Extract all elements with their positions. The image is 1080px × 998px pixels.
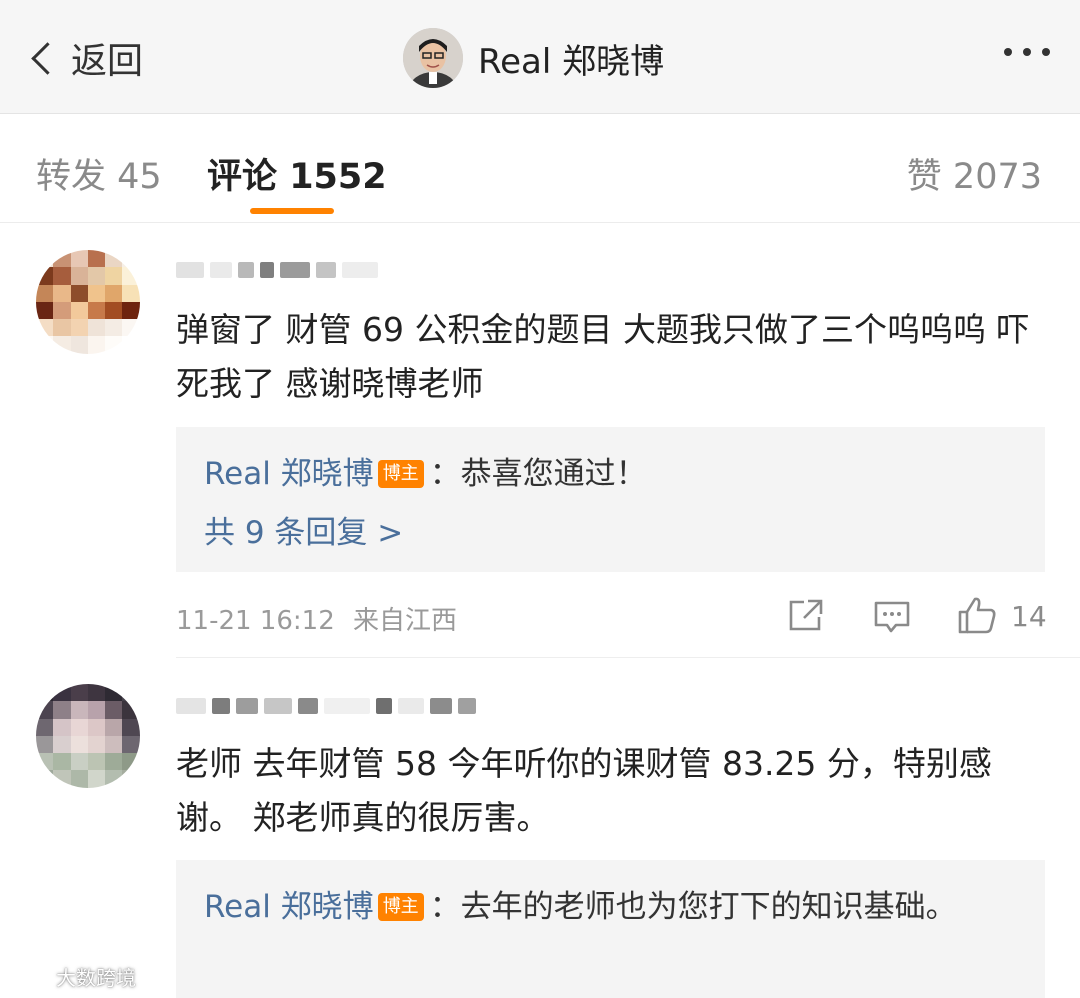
- reply-author[interactable]: Real 郑晓博: [204, 889, 374, 925]
- more-dots-icon[interactable]: [1004, 48, 1050, 56]
- blogger-badge: 博主: [377, 460, 424, 488]
- reply-text: ：去年的老师也为您打下的知识基础。: [429, 889, 957, 925]
- tab-label: 赞: [906, 157, 942, 197]
- back-label: 返回: [71, 41, 144, 82]
- like-icon[interactable]: [957, 595, 997, 639]
- comment-meta: 11-21 16:12 来自江西: [176, 600, 457, 637]
- username-redacted[interactable]: [176, 698, 476, 714]
- tab-count: 45: [117, 157, 162, 197]
- reply-box[interactable]: Real 郑晓博 博主 ：恭喜您通过！ 共 9 条回复 >: [176, 427, 1045, 572]
- back-button[interactable]: 返回: [28, 33, 143, 83]
- chevron-left-icon: [31, 41, 64, 75]
- tab-comments[interactable]: 评论 1552: [207, 148, 387, 199]
- blogger-badge: 博主: [377, 893, 424, 921]
- comment-icon[interactable]: [873, 600, 911, 638]
- view-replies-link[interactable]: 共 9 条回复 >: [204, 503, 1017, 563]
- tab-label: 评论: [207, 157, 278, 197]
- like-count: 14: [1011, 600, 1047, 633]
- reply-author[interactable]: Real 郑晓博: [204, 456, 374, 492]
- tab-likes[interactable]: 赞 2073: [907, 148, 1042, 199]
- tab-bar: 转发 45 评论 1552 赞 2073: [0, 114, 1080, 223]
- watermark: 大数跨境: [10, 962, 136, 991]
- profile-header[interactable]: Real 郑晓博: [403, 27, 664, 89]
- comment-text: 弹窗了 财管 69 公积金的题目 大题我只做了三个呜呜呜 吓死我了 感谢晓博老师: [176, 310, 1030, 403]
- reply-box[interactable]: Real 郑晓博 博主 ：去年的老师也为您打下的知识基础。: [176, 860, 1045, 998]
- comment-time: 11-21 16:12: [176, 606, 335, 636]
- top-nav-bar: 返回 Real 郑晓博: [0, 0, 1080, 114]
- avatar[interactable]: [36, 250, 140, 354]
- reply-text: ：恭喜您通过！: [429, 456, 647, 492]
- watermark-logo-icon: [10, 962, 51, 991]
- avatar[interactable]: [36, 684, 140, 788]
- reply-line: Real 郑晓博 博主 ：恭喜您通过！: [204, 445, 1017, 503]
- avatar[interactable]: [403, 28, 463, 88]
- comment-text: 老师 去年财管 58 今年听你的课财管 83.25 分，特别感谢。 郑老师真的很…: [176, 744, 992, 837]
- comment-location: 来自江西: [353, 606, 458, 636]
- tab-label: 转发: [36, 157, 107, 197]
- share-icon[interactable]: [788, 598, 824, 636]
- divider: [176, 657, 1080, 658]
- tab-reposts[interactable]: 转发 45: [36, 148, 162, 199]
- watermark-text: 大数跨境: [56, 966, 136, 990]
- username-redacted[interactable]: [176, 262, 378, 278]
- active-tab-indicator: [250, 208, 334, 214]
- page-title: Real 郑晓博: [478, 41, 665, 82]
- reply-line: Real 郑晓博 博主 ：去年的老师也为您打下的知识基础。: [204, 878, 1017, 936]
- tab-count: 1552: [289, 157, 387, 197]
- tab-count: 2073: [952, 157, 1042, 197]
